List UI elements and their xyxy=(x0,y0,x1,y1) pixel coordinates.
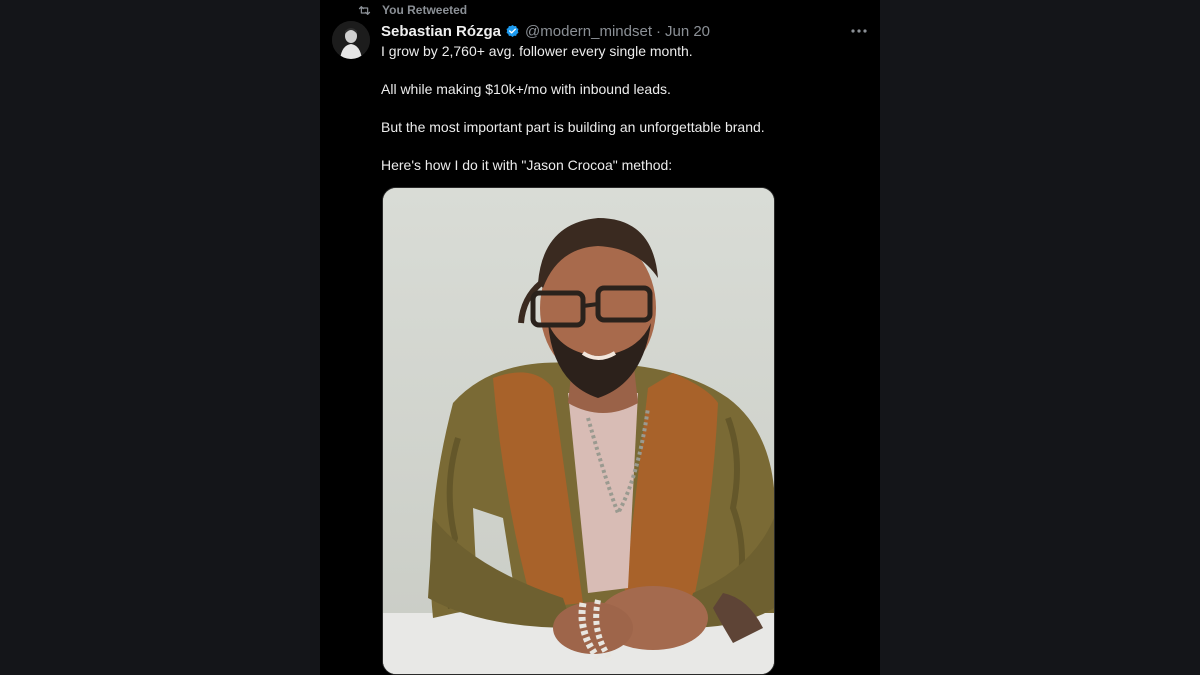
header-separator: · xyxy=(655,22,661,40)
author-name[interactable]: Sebastian Rózga xyxy=(381,23,501,40)
author-avatar[interactable] xyxy=(332,21,370,59)
retweet-icon xyxy=(358,5,371,15)
tweet-media-photo[interactable] xyxy=(382,187,775,675)
retweet-label: You Retweeted xyxy=(382,3,468,17)
tweet-text: I grow by 2,760+ avg. follower every sin… xyxy=(381,42,851,194)
tweet-date[interactable]: Jun 20 xyxy=(665,23,710,40)
tweet-paragraph: I grow by 2,760+ avg. follower every sin… xyxy=(381,43,693,59)
tweet-paragraph: All while making $10k+/mo with inbound l… xyxy=(381,81,671,97)
more-horizontal-icon xyxy=(851,29,867,33)
tweet-paragraph: But the most important part is building … xyxy=(381,119,765,135)
portrait-photo xyxy=(383,188,774,674)
avatar-image xyxy=(332,21,370,59)
retweet-indicator: You Retweeted xyxy=(357,2,467,18)
author-handle[interactable]: @modern_mindset xyxy=(525,23,652,40)
tweet-header: Sebastian Rózga @modern_mindset · Jun 20 xyxy=(381,20,870,42)
verified-badge-icon xyxy=(506,24,519,37)
tweet-panel: You Retweeted Sebastian Rózga @modern_mi… xyxy=(320,0,880,675)
tweet-paragraph: Here's how I do it with "Jason Crocoa" m… xyxy=(381,157,673,173)
more-options-button[interactable] xyxy=(848,20,870,42)
